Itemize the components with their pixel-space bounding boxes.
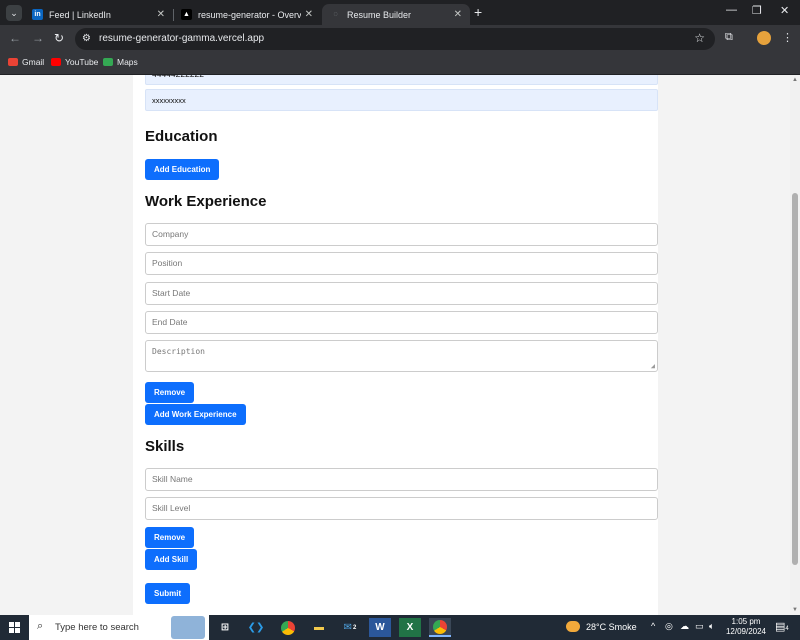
taskbar-search[interactable]: ⌕ Type here to search: [29, 615, 209, 640]
linkedin-icon: in: [32, 9, 43, 20]
bookmark-label: YouTube: [65, 57, 99, 67]
extensions-puzzle-icon[interactable]: ⧉: [725, 31, 733, 44]
vscode-icon[interactable]: ❮❯: [245, 618, 267, 637]
close-tab-icon[interactable]: ✕: [305, 9, 313, 20]
word-icon[interactable]: W: [369, 618, 391, 637]
work-experience-heading: Work Experience: [145, 193, 267, 210]
remove-skill-button[interactable]: Remove: [145, 527, 195, 548]
profile-avatar[interactable]: [757, 31, 771, 45]
scroll-thumb[interactable]: [792, 193, 798, 565]
tab-bar: ⌄ in Feed | LinkedIn ✕ ▲ resume-generato…: [0, 0, 800, 25]
submit-button[interactable]: Submit: [145, 583, 191, 604]
mail-icon[interactable]: ✉ 2: [339, 618, 361, 637]
description-placeholder: Description: [152, 347, 205, 356]
bookmark-maps[interactable]: Maps: [103, 57, 138, 67]
windows-start-icon[interactable]: [9, 622, 20, 633]
clock-time: 1:05 pm: [731, 617, 761, 626]
new-tab-plus-icon[interactable]: +: [474, 4, 482, 20]
search-icon: ⌕: [37, 620, 44, 632]
bookmark-gmail[interactable]: Gmail: [8, 57, 44, 67]
display-icon[interactable]: ▭: [695, 621, 704, 632]
volume-icon[interactable]: 🔈︎: [709, 621, 714, 632]
page-scrollbar[interactable]: ▲ ▼: [790, 75, 800, 615]
close-tab-icon[interactable]: ✕: [454, 9, 462, 20]
taskbar-clock[interactable]: 1:05 pm 12/09/2024: [722, 617, 770, 637]
tab-title: Feed | LinkedIn: [49, 9, 111, 20]
close-window-icon[interactable]: ✕: [780, 4, 789, 17]
phone-input[interactable]: 44444222222: [145, 75, 658, 85]
education-heading: Education: [145, 128, 218, 145]
bookmark-label: Gmail: [22, 57, 45, 67]
remove-work-button[interactable]: Remove: [145, 382, 195, 403]
notification-badge: 4: [785, 626, 789, 632]
back-arrow-icon[interactable]: ←: [9, 31, 21, 45]
notification-icon[interactable]: ▤4: [775, 620, 789, 633]
menu-kebab-icon[interactable]: ⋮: [782, 31, 793, 44]
minimize-icon[interactable]: —: [726, 4, 737, 16]
start-date-input[interactable]: Start Date: [145, 282, 658, 305]
chrome-icon[interactable]: [277, 618, 299, 637]
task-view-icon[interactable]: ⊞: [214, 618, 236, 637]
tab-resume-generator-overview[interactable]: ▲ resume-generator - Overview ✕: [173, 4, 321, 25]
scroll-up-icon[interactable]: ▲: [792, 77, 798, 83]
tab-title: resume-generator - Overview: [198, 9, 301, 20]
maps-icon: [103, 58, 113, 66]
bookmark-star-icon[interactable]: ☆: [694, 31, 705, 45]
tab-linkedin[interactable]: in Feed | LinkedIn ✕: [24, 4, 173, 25]
reload-icon[interactable]: ↻: [54, 31, 64, 45]
skill-level-input[interactable]: Skill Level: [145, 497, 658, 520]
description-textarea[interactable]: Description ◢: [145, 340, 658, 372]
company-input[interactable]: Company: [145, 223, 658, 246]
gmail-icon: [8, 58, 18, 66]
scroll-down-icon[interactable]: ▼: [792, 607, 798, 613]
search-placeholder: Type here to search: [55, 622, 139, 633]
tab-search-chevron-icon[interactable]: ⌄: [6, 5, 22, 21]
add-education-button[interactable]: Add Education: [145, 159, 220, 180]
bookmarks-bar: Gmail YouTube Maps: [0, 53, 800, 75]
add-work-experience-button[interactable]: Add Work Experience: [145, 404, 246, 425]
bookmark-label: Maps: [117, 57, 138, 67]
site-settings-icon[interactable]: ⚙: [82, 33, 91, 44]
add-skill-button[interactable]: Add Skill: [145, 549, 198, 570]
tab-resume-builder[interactable]: ◌ Resume Builder ✕: [322, 4, 470, 25]
excel-icon[interactable]: X: [399, 618, 421, 637]
show-hidden-icons-icon[interactable]: ^: [651, 621, 655, 631]
clock-date: 12/09/2024: [725, 627, 767, 636]
chrome-active-icon[interactable]: [429, 618, 451, 637]
skills-heading: Skills: [145, 438, 185, 455]
restore-icon[interactable]: ❐: [752, 4, 762, 17]
weather-widget[interactable]: 28°C Smoke: [566, 621, 637, 632]
end-date-input[interactable]: End Date: [145, 311, 658, 334]
globe-icon: ◌: [333, 11, 338, 18]
position-input[interactable]: Position: [145, 252, 658, 275]
file-explorer-icon[interactable]: ▬: [308, 618, 330, 637]
weather-icon: [566, 621, 580, 632]
address-bar[interactable]: ⚙ resume-generator-gamma.vercel.app ☆: [75, 28, 715, 50]
resize-grip-icon[interactable]: ◢: [651, 362, 655, 370]
address-input[interactable]: xxxxxxxxx: [145, 89, 658, 111]
tab-title: Resume Builder: [347, 9, 412, 20]
url-text: resume-generator-gamma.vercel.app: [99, 33, 265, 44]
browser-toolbar: ← → ↻ ⚙ resume-generator-gamma.vercel.ap…: [0, 25, 800, 53]
skill-name-input[interactable]: Skill Name: [145, 468, 658, 491]
vercel-icon: ▲: [181, 9, 192, 20]
mail-badge: 2: [353, 624, 357, 631]
search-highlight-image: [171, 616, 205, 639]
cloud-icon[interactable]: ☁: [680, 621, 689, 632]
resume-form: 44444222222 xxxxxxxxx Education Add Educ…: [133, 75, 658, 615]
page-viewport: 44444222222 xxxxxxxxx Education Add Educ…: [0, 75, 790, 615]
windows-taskbar: ⌕ Type here to search ⊞ ❮❯ ▬ ✉ 2 W X 28°C…: [0, 615, 800, 640]
close-tab-icon[interactable]: ✕: [157, 9, 165, 20]
network-icon[interactable]: ◎: [665, 621, 673, 632]
weather-text: 28°C Smoke: [586, 621, 637, 632]
forward-arrow-icon[interactable]: →: [32, 31, 44, 45]
youtube-icon: [51, 58, 61, 66]
bookmark-youtube[interactable]: YouTube: [51, 57, 98, 67]
